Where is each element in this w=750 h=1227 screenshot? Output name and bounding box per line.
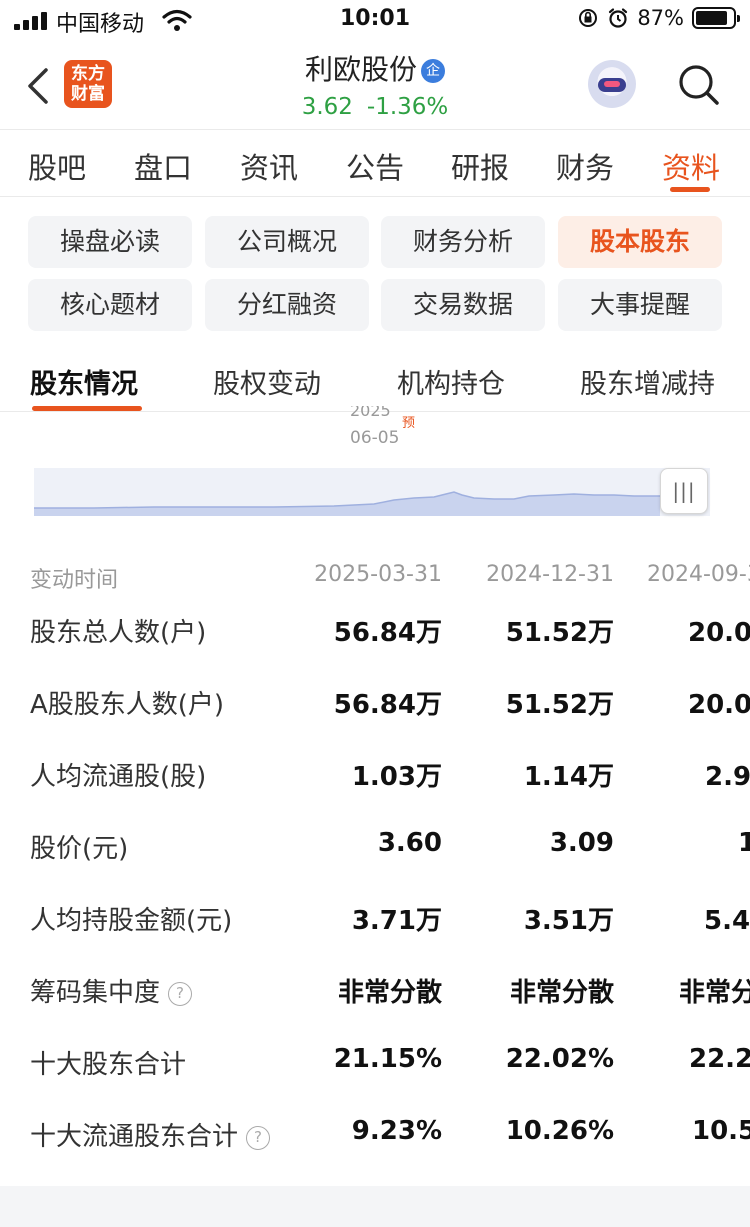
enterprise-badge: 企 [421, 59, 445, 83]
rotation-lock-icon [579, 9, 598, 27]
row-label: A股股东人数(户) [30, 690, 225, 720]
table-row: A股股东人数(户) 56.84万 51.52万 20.05万 [0, 684, 750, 756]
section-tab-institutional-holdings[interactable]: 机构持仓 [397, 362, 505, 401]
table-cell: 56.84万 [333, 690, 442, 720]
search-icon[interactable] [676, 62, 720, 106]
status-bar: 中国移动 10:01 87% [0, 0, 750, 40]
table-cell: 1.14万 [523, 762, 614, 792]
section-tab-equity-changes[interactable]: 股权变动 [213, 362, 321, 401]
row-label: 筹码集中度 [30, 978, 161, 1008]
table-cell: 3.71万 [351, 906, 442, 936]
sub-btn-events[interactable]: 大事提醒 [558, 279, 722, 331]
table-cell: 10.58% [692, 1116, 750, 1146]
table-cell: 3.09 [549, 828, 614, 858]
table-row: 十大流通股东合计? 9.23% 10.26% 10.58% [0, 1116, 750, 1188]
table-cell: 9.23% [351, 1116, 442, 1146]
row-label: 人均流通股(股) [30, 762, 207, 792]
table-cell: 1.85 [738, 828, 750, 858]
date-year-label: 2025 [350, 406, 391, 416]
table-cell: 非常分散 [509, 978, 614, 1008]
table-cell: 51.52万 [505, 618, 614, 648]
alarm-icon [609, 8, 628, 28]
sub-btn-dividends[interactable]: 分红融资 [205, 279, 369, 331]
shareholder-table: 变动时间 2025-03-31 2024-12-31 2024-09-30 股东… [0, 548, 750, 1188]
table-row: 股东总人数(户) 56.84万 51.52万 20.05万 [0, 612, 750, 684]
table-row: 筹码集中度? 非常分散 非常分散 非常分散 [0, 972, 750, 1044]
main-tab-bar: 股吧 盘口 资讯 公告 研报 财务 资料 [0, 131, 750, 197]
table-cell: 22.02% [505, 1044, 614, 1074]
help-icon[interactable]: ? [168, 982, 193, 1006]
date-label: 06-05 [350, 428, 400, 448]
row-label: 股价(元) [30, 834, 129, 864]
section-tab-holding-changes[interactable]: 股东增减持 [580, 362, 715, 401]
sub-btn-core-themes[interactable]: 核心题材 [28, 279, 192, 331]
sub-btn-shareholders[interactable]: 股本股东 [558, 216, 722, 268]
table-cell: 56.84万 [333, 618, 442, 648]
tab-guba[interactable]: 股吧 [28, 145, 86, 187]
row-label: 股东总人数(户) [30, 618, 207, 648]
column-header: 2024-09-30 [647, 562, 750, 587]
range-handle[interactable]: ||| [660, 468, 708, 514]
table-row: 股价(元) 3.60 3.09 1.85 [0, 828, 750, 900]
tab-pankou[interactable]: 盘口 [134, 145, 192, 187]
header-label: 变动时间 [30, 568, 119, 593]
row-label-with-help: 筹码集中度? [30, 972, 193, 1009]
column-header: 2024-12-31 [486, 562, 614, 587]
table-cell: 10.26% [505, 1116, 614, 1146]
battery-level [696, 11, 728, 25]
table-cell: 21.15% [333, 1044, 442, 1074]
row-label-with-help: 十大流通股东合计? [30, 1116, 271, 1153]
table-row: 人均持股金额(元) 3.71万 3.51万 5.40万 [0, 900, 750, 972]
stock-header: 东方财富 利欧股份企 3.62 -1.36% [0, 40, 750, 130]
stock-price: 3.62 [301, 94, 353, 120]
table-cell: 3.51万 [523, 906, 614, 936]
sub-btn-financial-analysis[interactable]: 财务分析 [381, 216, 545, 268]
table-cell: 2.92万 [705, 762, 750, 792]
tab-profile[interactable]: 资料 [662, 145, 720, 187]
table-cell: 非常分散 [337, 978, 442, 1008]
help-icon[interactable]: ? [246, 1126, 271, 1150]
sub-btn-trading-data[interactable]: 交易数据 [381, 279, 545, 331]
robot-assistant-avatar[interactable] [588, 60, 636, 108]
table-cell: 非常分散 [679, 978, 750, 1008]
table-cell: 3.60 [377, 828, 442, 858]
forecast-tag: 预 [402, 416, 416, 431]
section-tab-shareholder-status[interactable]: 股东情况 [30, 362, 138, 401]
table-cell: 5.40万 [704, 906, 750, 936]
active-tab-indicator [670, 187, 710, 192]
table-row: 十大股东合计 21.15% 22.02% 22.27% [0, 1044, 750, 1116]
table-cell: 20.05万 [688, 690, 750, 720]
change-percent: -1.36% [366, 94, 449, 120]
tab-finance[interactable]: 财务 [556, 145, 614, 187]
row-label: 十大流通股东合计 [30, 1122, 239, 1152]
active-section-indicator [32, 406, 142, 411]
stock-name: 利欧股份 [304, 53, 417, 86]
table-cell: 20.05万 [688, 618, 750, 648]
battery-percent: 87% [637, 6, 684, 30]
tab-news[interactable]: 资讯 [240, 145, 298, 187]
sub-btn-company-overview[interactable]: 公司概况 [205, 216, 369, 268]
overview-sparkline [34, 468, 710, 516]
table-cell: 22.27% [689, 1044, 750, 1074]
tab-announcements[interactable]: 公告 [346, 145, 404, 187]
sub-btn-trading-guide[interactable]: 操盘必读 [28, 216, 192, 268]
battery-icon [692, 7, 740, 29]
price-line: 3.62 -1.36% [0, 94, 750, 120]
row-label: 人均持股金额(元) [30, 906, 233, 936]
table-cell: 1.03万 [351, 762, 442, 792]
tab-research[interactable]: 研报 [451, 145, 509, 187]
table-cell: 51.52万 [505, 690, 614, 720]
row-label: 十大股东合计 [30, 1050, 187, 1080]
column-header: 2025-03-31 [314, 562, 442, 587]
range-slider-chart[interactable]: ||| [34, 466, 710, 518]
table-row: 人均流通股(股) 1.03万 1.14万 2.92万 [0, 756, 750, 828]
bottom-divider [0, 1186, 750, 1227]
section-tab-bar: 股东情况 股权变动 机构持仓 股东增减持 [0, 346, 750, 412]
